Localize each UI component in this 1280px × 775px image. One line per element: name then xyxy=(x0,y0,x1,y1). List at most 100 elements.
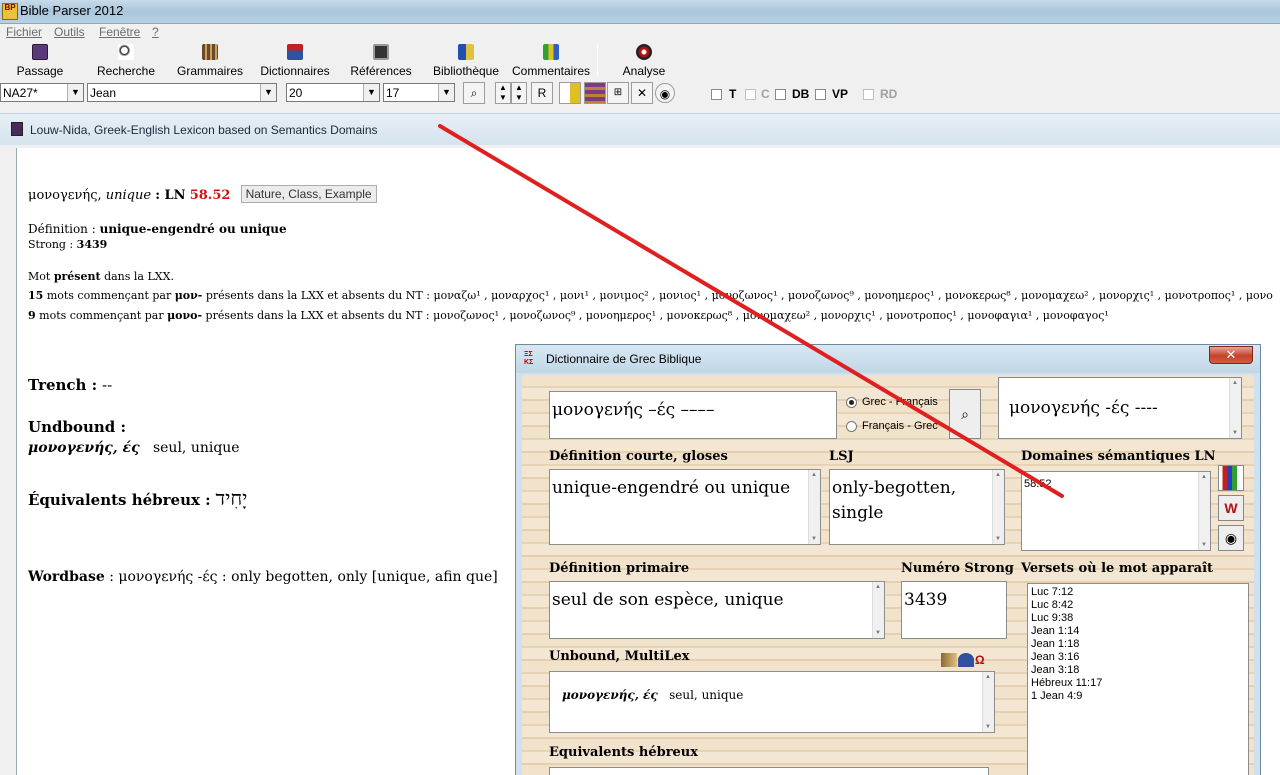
lexicon-icon[interactable] xyxy=(958,653,974,667)
dictionary-search-input[interactable]: μονογενής –ές –––– xyxy=(549,391,837,439)
verse-select[interactable]: 17 ▼ xyxy=(383,83,455,102)
toolbar-references-button[interactable]: Références xyxy=(350,42,412,79)
text-view-button[interactable] xyxy=(559,82,581,104)
window-title: Bible Parser 2012 xyxy=(20,3,124,18)
menu-help[interactable]: ? xyxy=(152,25,159,39)
domains-scrollbar[interactable] xyxy=(1198,472,1210,550)
speaker-icon: ◉ xyxy=(1224,530,1238,546)
lexicon-ln-number: 58.52 xyxy=(189,188,231,203)
chevron-down-icon: ▼ xyxy=(363,84,379,101)
lexicon-mov-words: 15 mots commençant par μον- présents dan… xyxy=(28,289,1273,302)
strong-number-label: Numéro Strong xyxy=(901,561,1014,576)
tools-button[interactable]: ✕ xyxy=(631,82,653,104)
verse-up-down-button[interactable]: ▲ ▼ xyxy=(495,82,511,104)
dictionary-search-button[interactable]: ⌕ xyxy=(949,389,981,439)
checkbox-db-label: DB xyxy=(792,87,810,101)
audio-button[interactable]: ◉ xyxy=(655,83,675,103)
verse-item[interactable]: 1 Jean 4:9 xyxy=(1031,690,1082,702)
lexicon-ln-prefix: : LN xyxy=(155,188,186,203)
verse-item[interactable]: Luc 8:42 xyxy=(1031,599,1073,611)
checkbox-rd[interactable] xyxy=(863,89,874,100)
grammar-books-icon xyxy=(202,44,218,60)
toolbar-analyse-button[interactable]: Analyse xyxy=(620,42,668,79)
radio-french-greek[interactable] xyxy=(846,421,857,432)
strong-number-field[interactable]: 3439 xyxy=(901,581,1007,639)
radio-greek-french[interactable] xyxy=(846,397,857,408)
search-icon xyxy=(118,44,134,60)
primary-definition-scrollbar[interactable] xyxy=(872,582,884,638)
verse-item[interactable]: Jean 1:14 xyxy=(1031,625,1079,637)
verse-item[interactable]: Jean 3:18 xyxy=(1031,664,1079,676)
lexicon-strong: Strong : 3439 xyxy=(28,238,108,251)
short-definition-label: Définition courte, gloses xyxy=(549,449,728,464)
lexicon-definition: Définition : unique-engendré ou unique xyxy=(28,222,287,236)
omega-icon[interactable]: Ω xyxy=(975,653,989,667)
checkbox-vp[interactable] xyxy=(815,89,826,100)
toolbar-grammaires-button[interactable]: Grammaires xyxy=(176,42,244,79)
lexicon-entry-header: μονογενής, unique : LN 58.52 Nature, Cla… xyxy=(28,185,377,203)
lsj-label: LSJ xyxy=(829,449,854,464)
primary-definition-label: Définition primaire xyxy=(549,561,690,576)
dictionary-title: Dictionnaire de Grec Biblique xyxy=(546,352,702,366)
chart-button[interactable] xyxy=(1218,465,1244,491)
lexicon-window-title: Louw-Nida, Greek-English Lexicon based o… xyxy=(30,123,378,137)
lsj-scrollbar[interactable] xyxy=(992,470,1004,544)
short-definition-scrollbar[interactable] xyxy=(808,470,820,544)
checkbox-db[interactable] xyxy=(775,89,786,100)
verses-label: Versets où le mot apparaît xyxy=(1021,561,1214,576)
checkbox-t[interactable] xyxy=(711,89,722,100)
verse-item[interactable]: Luc 9:38 xyxy=(1031,612,1073,624)
chapter-up-down-button[interactable]: ▲ ▼ xyxy=(511,82,527,104)
hebrew-equivalents-field[interactable] xyxy=(549,767,989,775)
search-icon: ⌕ xyxy=(961,406,969,422)
toolbar-dictionnaires-button[interactable]: Dictionnaires xyxy=(258,42,332,79)
search-icon: ⌕ xyxy=(470,86,478,100)
verse-item[interactable]: Hébreux 11:17 xyxy=(1031,677,1102,689)
passage-options-bar: NA27* ▼ Jean ▼ 20 ▼ 17 ▼ ⌕ ▲ ▼ ▲ ▼ R ⊞ ✕ ◉… xyxy=(0,81,1280,106)
w-button[interactable]: W xyxy=(1218,495,1244,521)
tree-button[interactable]: ⊞ xyxy=(607,82,629,104)
unbound-field[interactable]: μονογενής, ές seul, unique xyxy=(549,671,995,733)
unbound-scrollbar[interactable] xyxy=(982,672,994,732)
menu-outils[interactable]: Outils xyxy=(54,25,85,39)
menu-fichier[interactable]: Fichier xyxy=(6,25,42,39)
preview-scrollbar[interactable] xyxy=(1229,378,1241,438)
checkbox-vp-label: VP xyxy=(832,87,849,101)
lexicon-hebrew: Équivalents hébreux : יָחִיד xyxy=(28,486,248,510)
book-icon xyxy=(32,44,48,60)
verse-item[interactable]: Luc 7:12 xyxy=(1031,586,1073,598)
passage-search-button[interactable]: ⌕ xyxy=(463,82,485,104)
semantic-domains-field[interactable]: 58.52 xyxy=(1021,471,1211,551)
menu-bar: Fichier Outils Fenêtre ? xyxy=(0,24,1280,40)
hebrew-equivalents-label: Equivalents hébreux xyxy=(549,745,699,760)
r-button[interactable]: R xyxy=(531,82,553,104)
verse-item[interactable]: Jean 1:18 xyxy=(1031,638,1079,650)
commentary-icon xyxy=(543,44,559,60)
checkbox-c[interactable] xyxy=(745,89,756,100)
toolbar-commentaires-button[interactable]: Commentaires xyxy=(510,42,592,79)
toolbar-recherche-button[interactable]: Recherche xyxy=(94,42,158,79)
close-icon[interactable]: ✕ xyxy=(1209,346,1253,364)
lexicon-unbound-label: Undbound : xyxy=(28,418,127,436)
book-select[interactable]: Jean ▼ xyxy=(87,83,277,102)
nature-class-example-button[interactable]: Nature, Class, Example xyxy=(240,185,377,203)
verse-item[interactable]: Jean 3:16 xyxy=(1031,651,1079,663)
lexicon-movo-words: 9 mots commençant par μονο- présents dan… xyxy=(28,309,1109,322)
lexicon-trench: Trench : -- xyxy=(28,376,113,394)
chapter-select[interactable]: 20 ▼ xyxy=(286,83,380,102)
version-select[interactable]: NA27* ▼ xyxy=(0,83,84,102)
toolbar-bibliotheque-button[interactable]: Bibliothèque xyxy=(430,42,502,79)
short-definition-field[interactable]: unique-engendré ou unique xyxy=(549,469,821,545)
lsj-field[interactable]: only-begotten, single xyxy=(829,469,1005,545)
lexicon-window-caption: Louw-Nida, Greek-English Lexicon based o… xyxy=(0,113,1280,145)
menu-fenetre[interactable]: Fenêtre xyxy=(99,25,140,39)
multilex-icon[interactable] xyxy=(941,653,957,667)
verses-list[interactable]: Luc 7:12 Luc 8:42 Luc 9:38 Jean 1:14 Jea… xyxy=(1027,583,1249,775)
arrow-updown-icon: ▲ ▼ xyxy=(515,83,523,102)
semantic-domains-label: Domaines sémantiques LN xyxy=(1021,449,1216,464)
toolbar-passage-button[interactable]: Passage xyxy=(14,42,66,79)
app-logo-icon: BP xyxy=(2,3,18,20)
books-button[interactable] xyxy=(584,82,606,104)
primary-definition-field[interactable]: seul de son espèce, unique xyxy=(549,581,885,639)
dictionary-audio-button[interactable]: ◉ xyxy=(1218,525,1244,551)
